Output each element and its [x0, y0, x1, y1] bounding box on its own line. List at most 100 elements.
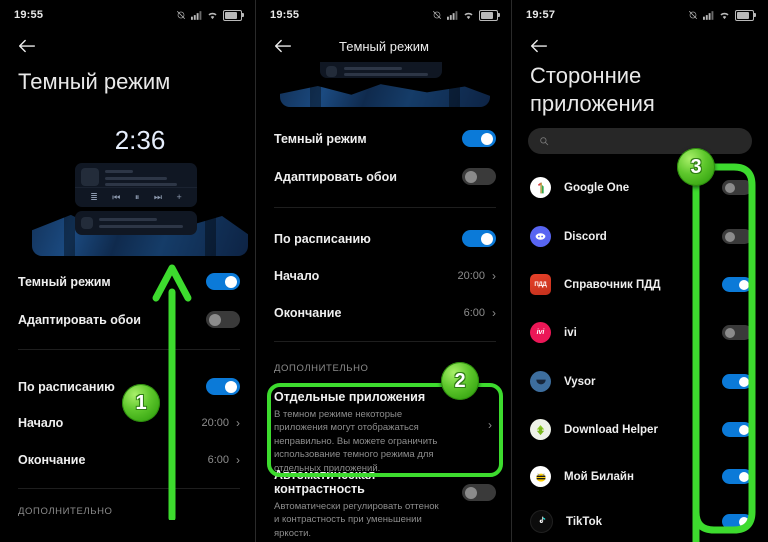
status-clock: 19:55 [270, 9, 300, 21]
signal-icon [703, 10, 714, 20]
preview-ctrl: ⏸ [134, 192, 140, 202]
tiktok-icon [530, 510, 553, 533]
status-bar: 19:57 [512, 0, 768, 30]
app-dark-mode-switch[interactable] [722, 514, 752, 529]
status-clock: 19:55 [14, 9, 44, 21]
chevron-right-icon: › [236, 416, 240, 430]
divider [18, 349, 240, 350]
row-dark-mode[interactable]: Темный режим [274, 130, 496, 147]
vysor-icon [530, 371, 551, 392]
beeline-icon [530, 466, 551, 487]
preview-ctrl: ⏭ [153, 192, 162, 202]
back-arrow-icon[interactable] [528, 35, 550, 57]
annotation-badge-3: 3 [677, 148, 715, 186]
chevron-right-icon: › [236, 453, 240, 467]
preview-notification-card [320, 62, 442, 78]
adapt-wallpaper-switch[interactable] [206, 311, 240, 328]
row-schedule[interactable]: По расписанию [274, 230, 496, 247]
list-item[interactable]: ivi ivi [530, 322, 752, 343]
row-start-time[interactable]: Начало 20:00 › [274, 269, 496, 283]
schedule-switch[interactable] [462, 230, 496, 247]
app-dark-mode-switch[interactable] [722, 277, 752, 292]
app-dark-mode-switch[interactable] [722, 469, 752, 484]
row-label: Темный режим [274, 131, 367, 146]
app-dark-mode-switch[interactable] [722, 229, 752, 244]
list-item[interactable]: Discord [530, 226, 752, 247]
schedule-switch[interactable] [206, 378, 240, 395]
dark-mode-switch[interactable] [206, 273, 240, 290]
annotation-badge-1: 1 [122, 384, 160, 422]
battery-icon [223, 9, 244, 21]
download-helper-icon [530, 419, 551, 440]
start-time-value: 20:00 [457, 270, 485, 282]
discord-icon [530, 226, 551, 247]
preview-media-card: ≣ ⏮ ⏸ ⏭ + [75, 163, 197, 207]
preview-notification-card [75, 211, 197, 235]
app-dark-mode-switch[interactable] [722, 374, 752, 389]
ivi-icon: ivi [530, 322, 551, 343]
section-label-additional: ДОПОЛНИТЕЛЬНО [274, 363, 369, 374]
alarm-off-icon [432, 10, 442, 20]
list-item[interactable]: TikTok [530, 510, 752, 533]
row-label: Начало [18, 416, 64, 430]
page-title: Темный режим [18, 69, 171, 94]
app-name: ivi [564, 326, 577, 339]
wifi-icon [464, 12, 473, 19]
app-dark-mode-switch[interactable] [722, 422, 752, 437]
app-name: Справочник ПДД [564, 278, 661, 291]
status-bar: 19:55 [256, 0, 512, 30]
row-end-time[interactable]: Окончание 6:00 › [274, 306, 496, 320]
row-dark-mode[interactable]: Темный режим [18, 273, 240, 290]
preview-clock: 2:36 [114, 125, 166, 155]
adapt-wallpaper-switch[interactable] [462, 168, 496, 185]
search-input[interactable] [528, 128, 752, 154]
list-item[interactable]: Download Helper [530, 419, 752, 440]
signal-icon [447, 10, 458, 20]
row-label: Окончание [18, 453, 86, 467]
screenshot-stage: 19:55 Темный режим 2:36 ≣ ⏮ ⏸ ⏭ + Темный… [0, 0, 768, 542]
divider [274, 341, 496, 342]
row-label: По расписанию [18, 379, 115, 394]
app-dark-mode-switch[interactable] [722, 180, 752, 195]
row-label: Начало [274, 269, 320, 283]
row-adapt-wallpaper[interactable]: Адаптировать обои [274, 168, 496, 185]
row-adapt-wallpaper[interactable]: Адаптировать обои [18, 311, 240, 328]
row-label: По расписанию [274, 231, 371, 246]
wifi-icon [720, 12, 729, 19]
list-item[interactable]: ПДД Справочник ПДД [530, 274, 752, 295]
back-arrow-icon[interactable] [272, 35, 294, 57]
dark-mode-preview-cropped [280, 62, 490, 107]
list-item[interactable]: Vysor [530, 371, 752, 392]
pdd-icon: ПДД [530, 274, 551, 295]
app-dark-mode-switch[interactable] [722, 325, 752, 340]
back-arrow-icon[interactable] [16, 35, 38, 57]
dark-mode-switch[interactable] [462, 130, 496, 147]
app-name: TikTok [566, 515, 602, 528]
auto-contrast-switch[interactable] [462, 484, 496, 501]
setting-description: Автоматически регулировать оттенок и кон… [274, 501, 439, 539]
list-item[interactable]: Мой Билайн [530, 466, 752, 487]
preview-ctrl: ≣ [90, 192, 98, 202]
row-label: Адаптировать обои [18, 312, 141, 327]
app-name: Vysor [564, 375, 596, 388]
list-item[interactable]: Google One [530, 177, 752, 198]
alarm-off-icon [176, 10, 186, 20]
dark-mode-preview: 2:36 ≣ ⏮ ⏸ ⏭ + [32, 113, 248, 256]
start-time-value: 20:00 [201, 417, 229, 429]
alarm-off-icon [688, 10, 698, 20]
status-icons [688, 9, 756, 21]
app-name: Download Helper [564, 423, 658, 436]
setting-auto-contrast[interactable]: Автоматическая контрастность Автоматичес… [274, 468, 496, 540]
panel-dark-mode-top: 19:55 Темный режим 2:36 ≣ ⏮ ⏸ ⏭ + Темный… [0, 0, 256, 542]
panel-third-party-apps: 19:57 Сторонние приложения Google One Di… [512, 0, 768, 542]
annotation-number: 2 [454, 370, 466, 392]
app-name: Discord [564, 230, 607, 243]
preview-ctrl: ⏮ [112, 192, 121, 202]
row-value-group: 20:00 › [457, 269, 496, 283]
panel-divider [255, 0, 256, 542]
row-end-time[interactable]: Окончание 6:00 › [18, 453, 240, 467]
row-label: Адаптировать обои [274, 169, 397, 184]
chevron-right-icon: › [492, 269, 496, 283]
search-icon [540, 137, 549, 146]
divider [18, 488, 240, 489]
